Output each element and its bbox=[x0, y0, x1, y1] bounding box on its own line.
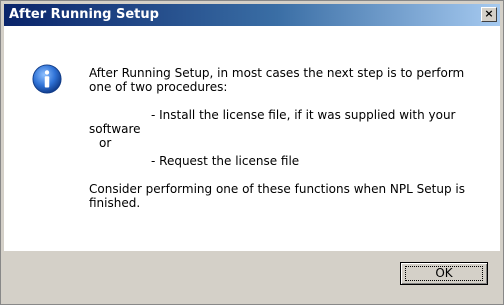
title-bar[interactable]: After Running Setup × bbox=[4, 4, 500, 26]
message-closing-line: finished. bbox=[89, 196, 141, 210]
close-button[interactable]: × bbox=[481, 7, 497, 22]
message-closing-line: Consider performing one of these functio… bbox=[89, 182, 465, 196]
close-icon: × bbox=[484, 7, 494, 20]
message-or: or bbox=[99, 136, 112, 150]
message-intro-line: After Running Setup, in most cases the n… bbox=[89, 66, 465, 80]
dialog-title: After Running Setup bbox=[9, 7, 159, 22]
message-option-install-cont: software bbox=[89, 122, 141, 136]
dialog-message: After Running Setup, in most cases the n… bbox=[89, 66, 479, 210]
message-area: After Running Setup, in most cases the n… bbox=[4, 26, 500, 251]
information-icon bbox=[32, 64, 62, 94]
message-intro-line: one of two procedures: bbox=[89, 80, 228, 94]
message-option-install: - Install the license file, if it was su… bbox=[151, 108, 456, 122]
message-option-request: - Request the license file bbox=[151, 154, 300, 168]
dialog-window: After Running Setup × After Running Setu… bbox=[0, 0, 504, 305]
button-area: OK bbox=[4, 251, 500, 301]
ok-button[interactable]: OK bbox=[400, 262, 488, 285]
focus-ring bbox=[405, 266, 483, 281]
